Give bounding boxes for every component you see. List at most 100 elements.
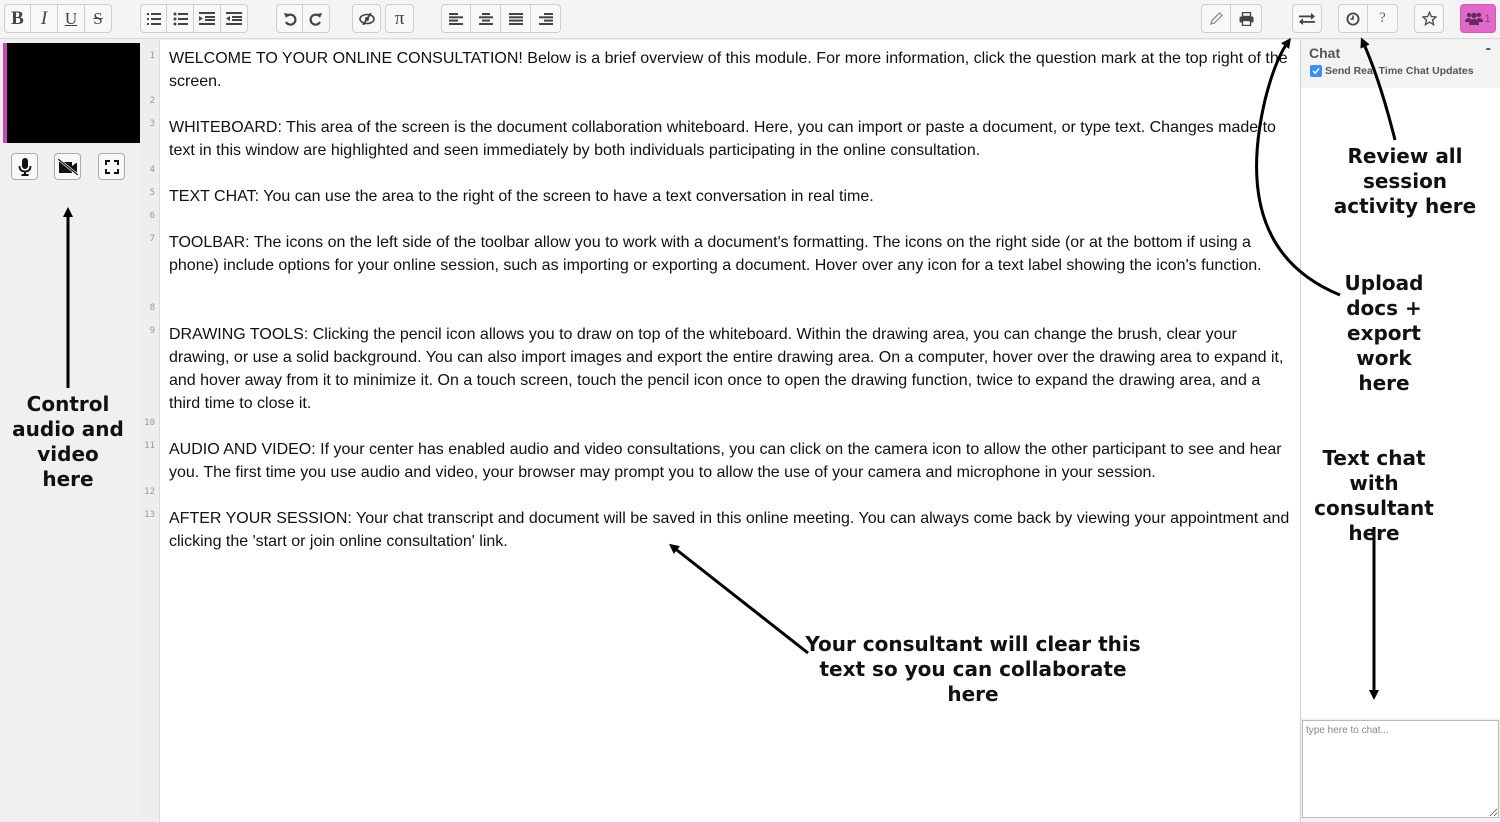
align-right-button[interactable] bbox=[531, 4, 561, 33]
hide-highlight-button[interactable] bbox=[352, 4, 381, 33]
users-icon bbox=[1465, 12, 1484, 25]
import-export-button[interactable] bbox=[1292, 4, 1322, 33]
camera-button[interactable] bbox=[54, 153, 81, 180]
chat-minimize-button[interactable]: - bbox=[1486, 40, 1491, 58]
align-left-icon bbox=[449, 12, 463, 25]
note-chat: Text chat with consultant here bbox=[1314, 446, 1434, 545]
draw-button[interactable] bbox=[1201, 4, 1231, 33]
italic-button[interactable]: I bbox=[31, 4, 58, 33]
paragraph-text-chat[interactable]: TEXT CHAT: You can use the area to the r… bbox=[169, 185, 1294, 208]
align-left-button[interactable] bbox=[441, 4, 471, 33]
users-group: 1 bbox=[1460, 4, 1496, 33]
unordered-list-button[interactable] bbox=[167, 4, 194, 33]
line-number: 2 bbox=[149, 96, 155, 106]
draw-print-group bbox=[1201, 4, 1262, 33]
note-av: Control audio and video here bbox=[12, 392, 124, 491]
print-button[interactable] bbox=[1231, 4, 1262, 33]
strikethrough-button[interactable]: S bbox=[85, 4, 112, 33]
paragraph-drawing-tools[interactable]: DRAWING TOOLS: Clicking the pencil icon … bbox=[169, 323, 1294, 415]
paragraph-audio-video[interactable]: AUDIO AND VIDEO: If your center has enab… bbox=[169, 438, 1294, 484]
paragraph-whiteboard[interactable]: WHITEBOARD: This area of the screen is t… bbox=[169, 116, 1294, 162]
chat-title: Chat bbox=[1309, 45, 1341, 61]
underline-icon: U bbox=[64, 8, 78, 28]
align-justify-button[interactable] bbox=[501, 4, 531, 33]
realtime-updates-checkbox[interactable] bbox=[1310, 65, 1322, 77]
redo-icon bbox=[309, 12, 322, 26]
line-number: 11 bbox=[144, 441, 155, 451]
ordered-list-icon bbox=[147, 12, 161, 25]
note-review: Review all session activity here bbox=[1333, 144, 1477, 218]
line-number: 13 bbox=[144, 510, 155, 520]
chat-header: Chat - Send Real Time Chat Updates bbox=[1301, 40, 1500, 88]
import-export-icon bbox=[1299, 12, 1315, 25]
hide-highlight-group bbox=[352, 4, 381, 33]
realtime-updates-option[interactable]: Send Real Time Chat Updates bbox=[1310, 65, 1474, 77]
line-number: 9 bbox=[149, 326, 155, 336]
pi-group: π bbox=[385, 4, 414, 33]
redo-button[interactable] bbox=[303, 4, 330, 33]
consultation-app: B I U S π ? 1 1 2 3 4 5 6 7 8 9 10 11 12… bbox=[0, 0, 1500, 822]
realtime-updates-label: Send Real Time Chat Updates bbox=[1325, 65, 1474, 77]
indent-button[interactable] bbox=[194, 4, 221, 33]
paragraph-toolbar[interactable]: TOOLBAR: The icons on the left side of t… bbox=[169, 231, 1294, 277]
align-group bbox=[441, 4, 561, 33]
favorite-button[interactable] bbox=[1414, 4, 1444, 33]
line-number: 5 bbox=[149, 188, 155, 198]
ordered-list-button[interactable] bbox=[140, 4, 167, 33]
equation-button[interactable]: π bbox=[385, 4, 414, 33]
line-number: 8 bbox=[149, 303, 155, 313]
note-upload: Upload docs + export work here bbox=[1344, 271, 1424, 395]
pi-icon: π bbox=[394, 7, 405, 29]
history-icon bbox=[1346, 12, 1360, 25]
fullscreen-icon bbox=[104, 159, 119, 174]
paragraph-welcome[interactable]: WELCOME TO YOUR ONLINE CONSULTATION! Bel… bbox=[169, 47, 1294, 93]
strikethrough-icon: S bbox=[93, 8, 103, 28]
hide-highlight-icon bbox=[358, 12, 375, 25]
underline-button[interactable]: U bbox=[58, 4, 85, 33]
bold-button[interactable]: B bbox=[4, 4, 31, 33]
align-center-button[interactable] bbox=[471, 4, 501, 33]
outdent-button[interactable] bbox=[221, 4, 248, 33]
line-number: 1 bbox=[149, 51, 155, 61]
fullscreen-button[interactable] bbox=[98, 153, 125, 180]
bold-icon: B bbox=[11, 7, 24, 29]
microphone-button[interactable] bbox=[11, 153, 38, 180]
help-icon: ? bbox=[1379, 10, 1386, 26]
help-button[interactable]: ? bbox=[1368, 4, 1398, 33]
line-number: 4 bbox=[149, 165, 155, 175]
format-group: B I U S bbox=[4, 4, 112, 33]
paragraph-after-session[interactable]: AFTER YOUR SESSION: Your chat transcript… bbox=[169, 507, 1294, 553]
align-justify-icon bbox=[508, 12, 523, 25]
participant-count: 1 bbox=[1484, 12, 1491, 25]
microphone-icon bbox=[18, 157, 31, 176]
camera-off-icon bbox=[57, 158, 78, 175]
line-number: 12 bbox=[144, 487, 155, 497]
chat-input-area bbox=[1301, 718, 1500, 822]
line-number: 6 bbox=[149, 211, 155, 221]
line-number: 10 bbox=[144, 418, 155, 428]
outdent-icon bbox=[226, 12, 242, 25]
unordered-list-icon bbox=[173, 12, 188, 25]
favorite-group bbox=[1414, 4, 1444, 33]
history-help-group: ? bbox=[1338, 4, 1398, 33]
align-center-icon bbox=[478, 12, 493, 25]
video-preview bbox=[3, 43, 140, 143]
line-number-gutter: 1 2 3 4 5 6 7 8 9 10 11 12 13 bbox=[140, 40, 160, 822]
line-number: 3 bbox=[149, 119, 155, 129]
align-right-icon bbox=[538, 12, 553, 25]
star-icon bbox=[1421, 11, 1437, 26]
toolbar: B I U S π ? 1 bbox=[0, 0, 1500, 39]
checkmark-icon bbox=[1312, 68, 1320, 75]
print-icon bbox=[1239, 11, 1253, 26]
undo-button[interactable] bbox=[276, 4, 303, 33]
undo-icon bbox=[283, 12, 296, 26]
chat-input[interactable] bbox=[1302, 720, 1499, 818]
participants-button[interactable]: 1 bbox=[1460, 4, 1496, 33]
note-clear: Your consultant will clear this text so … bbox=[805, 632, 1141, 706]
italic-icon: I bbox=[40, 7, 48, 29]
import-export-group bbox=[1292, 4, 1322, 33]
session-history-button[interactable] bbox=[1338, 4, 1368, 33]
pencil-icon bbox=[1210, 11, 1223, 25]
indent-icon bbox=[199, 12, 215, 25]
line-number: 7 bbox=[149, 234, 155, 244]
